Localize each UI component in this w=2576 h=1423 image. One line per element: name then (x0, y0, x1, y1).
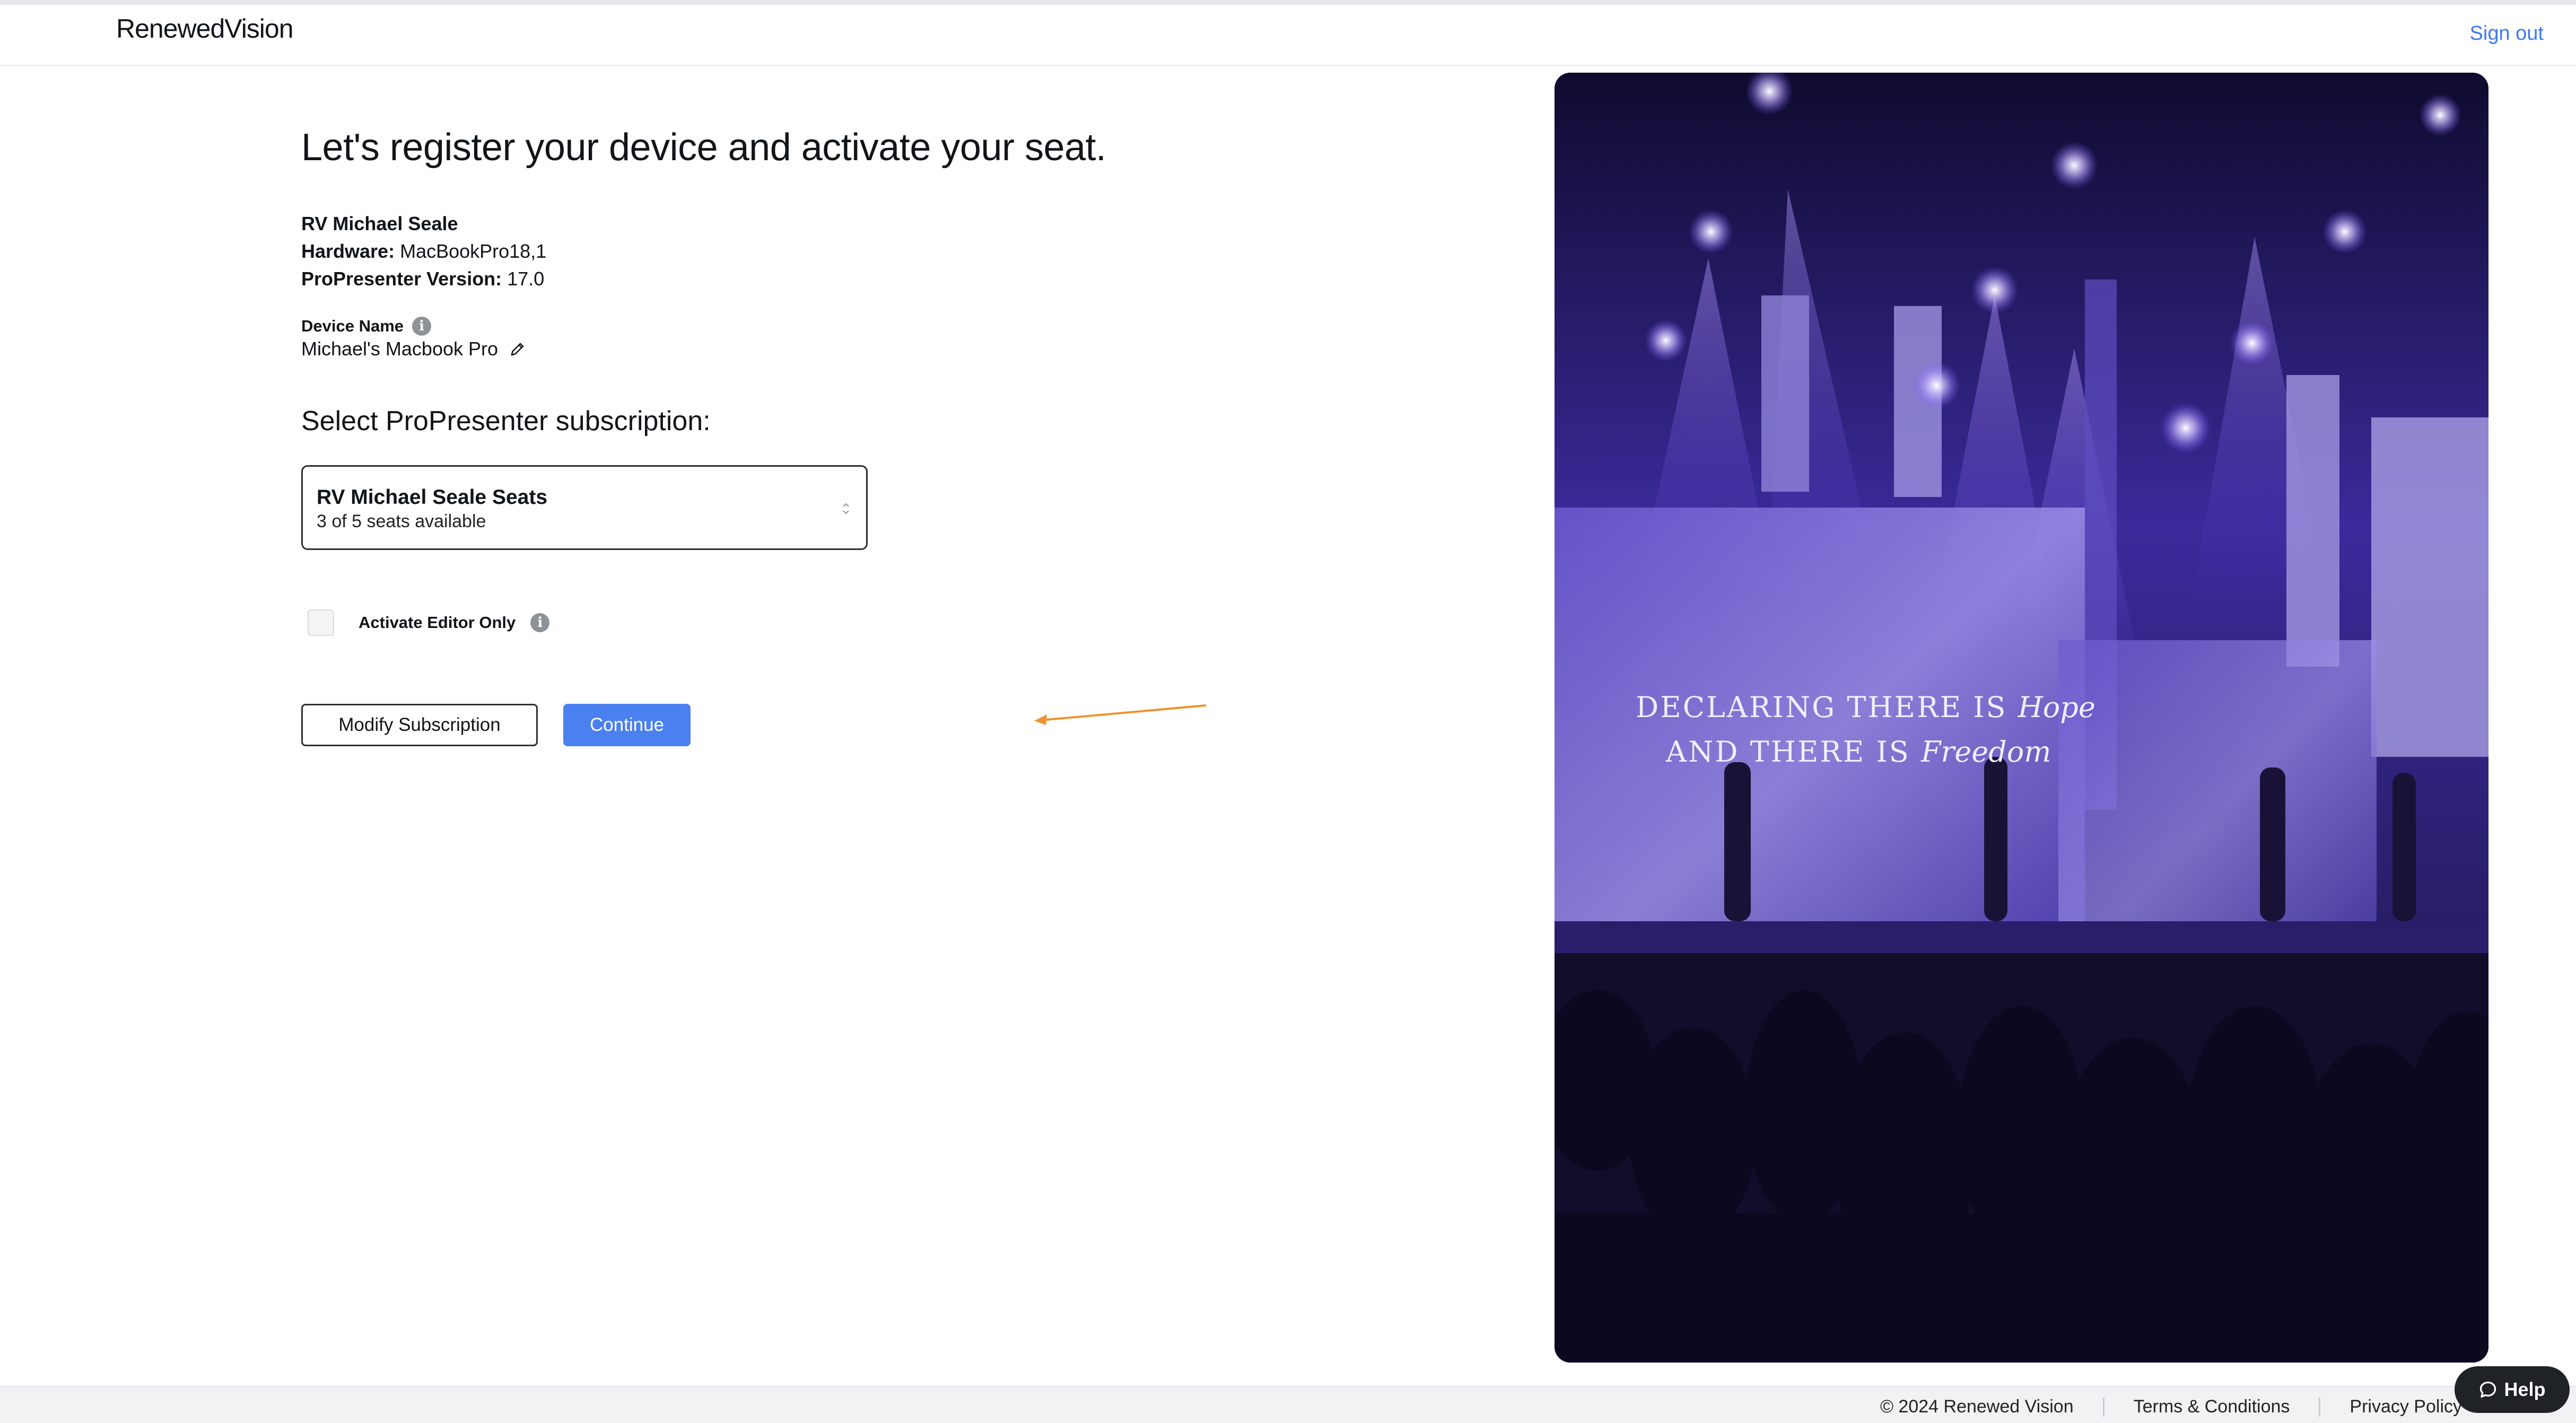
version-value: 17.0 (507, 268, 545, 290)
edit-pencil-icon[interactable] (510, 341, 526, 357)
header: RenewedVision Sign out (0, 5, 2576, 66)
hardware-value: MacBookPro18,1 (400, 240, 547, 262)
device-name-label: Device Name (301, 317, 404, 335)
slogan-line2: AND THERE IS (1666, 735, 1910, 769)
subscription-select[interactable]: RV Michael Seale Seats 3 of 5 seats avai… (301, 465, 868, 550)
help-button[interactable]: Help (2455, 1366, 2570, 1413)
select-updown-icon (843, 503, 849, 514)
version-label: ProPresenter Version: (301, 268, 502, 290)
device-name-info-icon[interactable]: i (412, 317, 432, 336)
hero-photo: DECLARING THERE IS Hope AND THERE IS Fre… (1555, 73, 2488, 1363)
continue-button[interactable]: Continue (563, 704, 691, 746)
top-border (0, 0, 2576, 5)
activate-editor-only-row: Activate Editor Only i (308, 609, 550, 636)
seats-available: 3 of 5 seats available (317, 511, 486, 531)
device-name-row: Michael's Macbook Pro (301, 338, 526, 360)
modify-subscription-button[interactable]: Modify Subscription (301, 704, 538, 746)
subscription-name: RV Michael Seale Seats (317, 486, 548, 509)
page-title: Let's register your device and activate … (301, 126, 1106, 169)
device-name-label-row: Device Name i (301, 317, 432, 336)
chat-bubble-icon (2480, 1381, 2496, 1398)
activate-editor-only-label[interactable]: Activate Editor Only (359, 613, 516, 632)
privacy-link[interactable]: Privacy Policy (2350, 1396, 2462, 1417)
copyright-text: © 2024 Renewed Vision (1880, 1396, 2074, 1417)
slogan-line1-script: Hope (2018, 691, 2095, 724)
account-name: RV Michael Seale (301, 213, 458, 234)
sign-out-link[interactable]: Sign out (2470, 22, 2544, 45)
activate-editor-only-checkbox[interactable] (308, 609, 334, 636)
hardware-label: Hardware: (301, 240, 395, 262)
help-label: Help (2504, 1378, 2546, 1400)
stage-slogan: DECLARING THERE IS Hope AND THERE IS Fre… (1555, 691, 2488, 786)
subscription-heading: Select ProPresenter subscription: (301, 406, 711, 436)
device-info: RV Michael Seale Hardware: MacBookPro18,… (301, 210, 546, 293)
footer-divider (2102, 1397, 2105, 1417)
footer-divider (2319, 1397, 2321, 1417)
editor-only-info-icon[interactable]: i (530, 613, 550, 632)
renewedvision-logo[interactable]: RenewedVision (116, 13, 294, 44)
annotation-arrow (1034, 704, 1207, 725)
terms-link[interactable]: Terms & Conditions (2134, 1396, 2290, 1417)
device-name-value: Michael's Macbook Pro (301, 338, 499, 360)
slogan-line1: DECLARING THERE IS (1636, 691, 2007, 724)
footer: © 2024 Renewed Vision Terms & Conditions… (0, 1386, 2576, 1423)
slogan-line2-script: Freedom (1920, 735, 2051, 769)
